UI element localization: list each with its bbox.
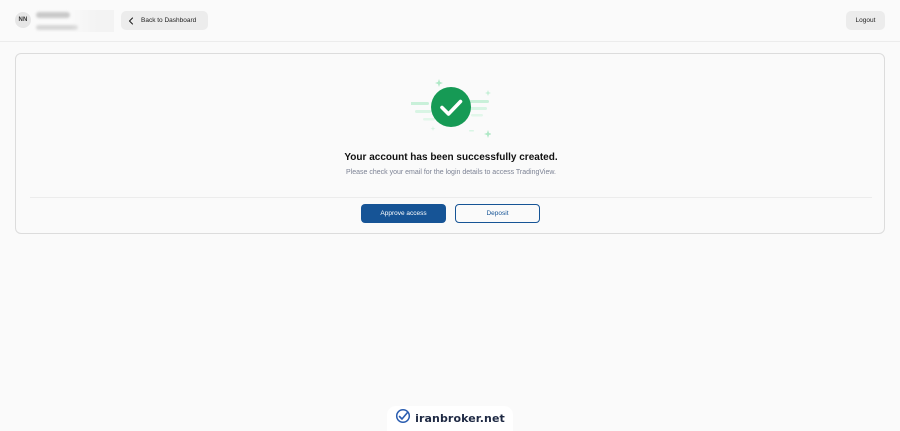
watermark-text: iranbroker.net	[415, 412, 505, 425]
watermark: iranbroker.net	[387, 406, 513, 431]
top-bar: NN Back to Dashboard Logout	[0, 0, 900, 42]
back-to-dashboard-button[interactable]: Back to Dashboard	[121, 11, 208, 30]
divider	[30, 197, 872, 198]
deposit-button[interactable]: Deposit	[455, 204, 540, 223]
back-button-label: Back to Dashboard	[141, 17, 197, 24]
header-fade	[70, 10, 114, 32]
avatar[interactable]: NN	[15, 12, 31, 28]
check-circle-icon	[409, 74, 492, 144]
avatar-initials: NN	[18, 17, 28, 23]
user-name-redacted	[36, 12, 70, 18]
logout-button[interactable]: Logout	[846, 11, 885, 30]
approve-access-button[interactable]: Approve access	[361, 204, 446, 223]
success-title: Your account has been successfully creat…	[344, 152, 558, 163]
success-card: Your account has been successfully creat…	[15, 53, 885, 234]
chevron-left-icon	[121, 16, 141, 25]
watermark-logo-icon	[395, 408, 411, 429]
success-message: Please check your email for the login de…	[346, 169, 556, 176]
